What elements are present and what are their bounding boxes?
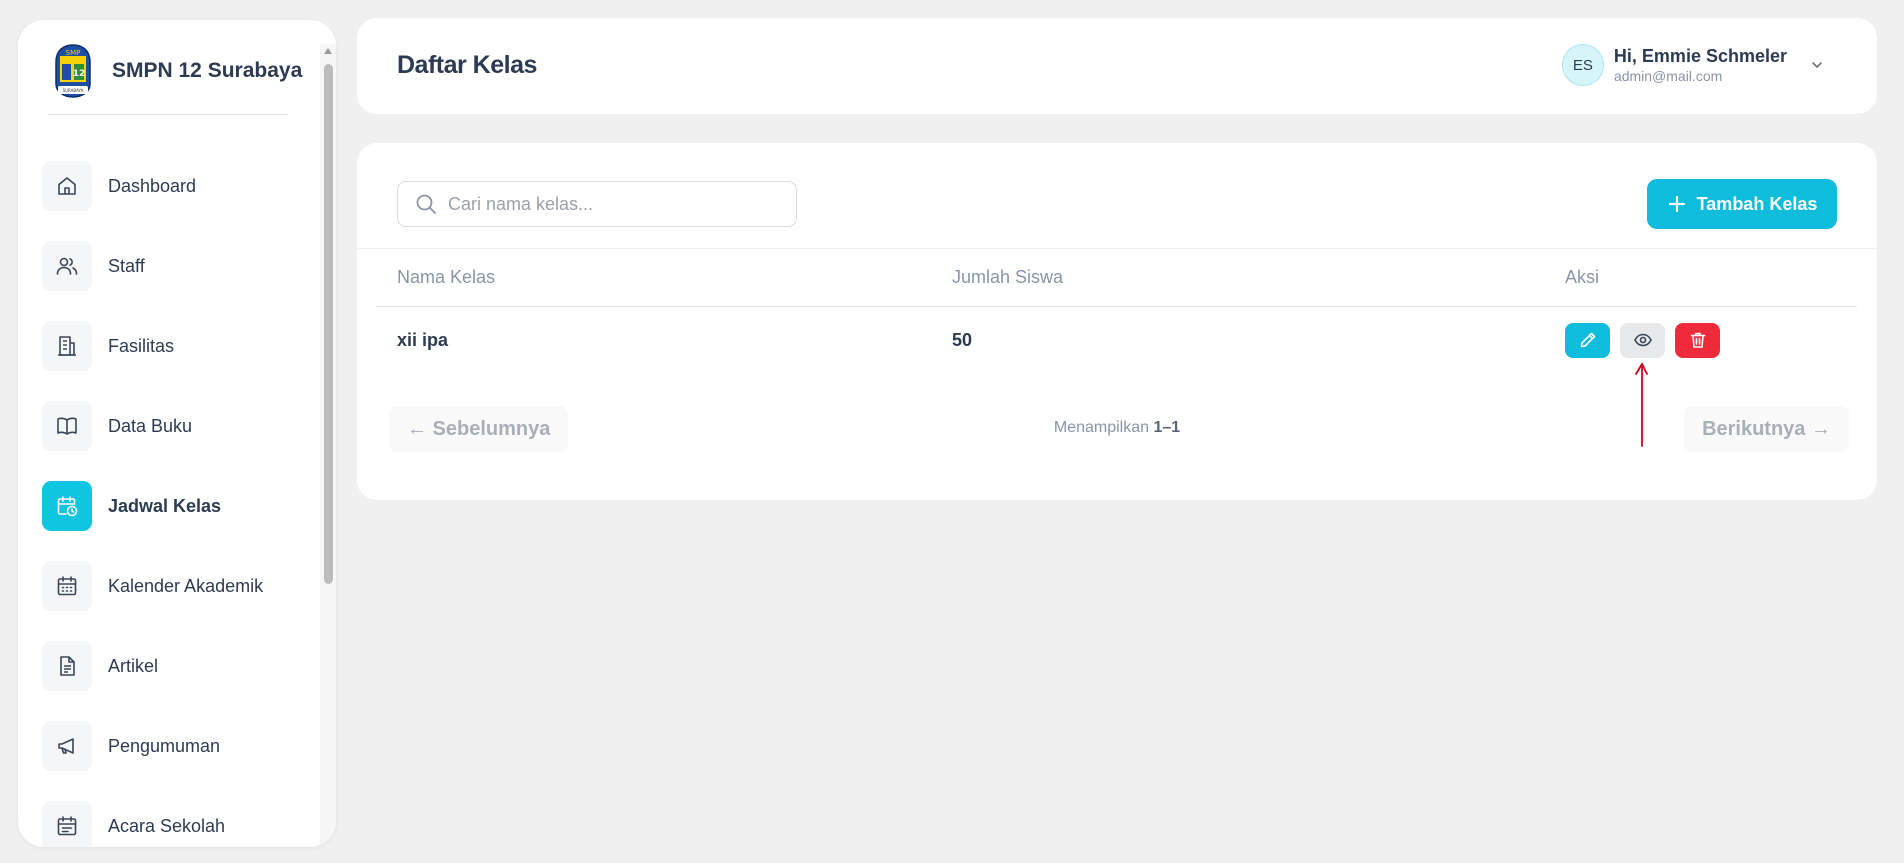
sidebar-item-kalender-akademik[interactable]: Kalender Akademik [42,546,312,626]
column-header-jumlah-siswa: Jumlah Siswa [952,267,1064,287]
column-header-aksi: Aksi [1565,267,1600,287]
row-actions [1565,322,1720,358]
megaphone-icon [42,721,92,771]
calendar-icon [42,561,92,611]
edit-button[interactable] [1565,322,1610,358]
sidebar-item-pengumuman[interactable]: Pengumuman [42,706,312,786]
page-title: Daftar Kelas [397,51,537,79]
calendar-clock-icon [42,481,92,531]
sidebar-nav: Dashboard Staff Fasilitas Data Buku Jadw… [42,146,312,847]
users-icon [42,241,92,291]
book-icon [42,401,92,451]
add-class-button[interactable]: Tambah Kelas [1647,179,1837,229]
column-header-nama-kelas: Nama Kelas [397,267,496,287]
sidebar-item-label: Jadwal Kelas [108,495,222,516]
scroll-up-arrow-icon[interactable] [324,48,332,54]
brand-name: SMPN 12 Surabaya [112,59,303,82]
home-icon [42,161,92,211]
sidebar-item-fasilitas[interactable]: Fasilitas [42,306,312,386]
sidebar: SMP 12 SURABAYA SMPN 12 Surabaya Dashboa… [18,20,336,847]
divider [48,114,288,115]
pagination-range: 1–1 [1153,419,1181,436]
sidebar-item-label: Acara Sekolah [108,815,226,836]
user-menu[interactable]: ES Hi, Emmie Schmeler admin@mail.com [1561,44,1825,86]
plus-icon [1668,195,1685,213]
cell-jumlah-siswa: 50 [952,329,973,350]
user-info: Hi, Emmie Schmeler admin@mail.com [1614,46,1787,84]
sidebar-item-label: Kalender Akademik [108,575,264,596]
sidebar-item-staff[interactable]: Staff [42,226,312,306]
search-icon [416,194,436,214]
sidebar-item-artikel[interactable]: Artikel [42,626,312,706]
eye-icon [1633,333,1652,347]
logo-text: SMP [66,49,81,57]
sidebar-item-label: Fasilitas [108,335,175,356]
document-icon [42,641,92,691]
next-page-button[interactable]: Berikutnya → [1684,406,1849,452]
view-button[interactable] [1620,322,1665,358]
class-table: Nama Kelas Jumlah Siswa Aksi xii ipa 50 [377,249,1857,373]
school-logo: SMP 12 SURABAYA [55,44,91,98]
search-box [397,181,797,227]
trash-icon [1690,332,1705,348]
sidebar-item-label: Data Buku [108,415,193,436]
table-header: Nama Kelas Jumlah Siswa Aksi [377,249,1857,307]
sidebar-item-label: Artikel [108,655,159,676]
brand[interactable]: SMP 12 SURABAYA SMPN 12 Surabaya [54,44,302,98]
scroll-thumb[interactable] [324,64,333,584]
user-email: admin@mail.com [1613,68,1723,84]
pagination-info: Menampilkan 1–1 [357,419,1877,437]
sidebar-item-label: Staff [108,255,145,276]
sidebar-item-dashboard[interactable]: Dashboard [42,146,312,226]
sidebar-item-acara-sekolah[interactable]: Acara Sekolah [42,786,312,847]
sidebar-item-label: Dashboard [108,175,197,196]
sidebar-item-label: Pengumuman [108,735,221,756]
sidebar-scrollbar[interactable] [320,44,336,847]
pagination-info-prefix: Menampilkan [1053,419,1149,436]
add-class-label: Tambah Kelas [1696,193,1818,214]
pagination: ← Sebelumnya Menampilkan 1–1 Berikutnya … [357,403,1877,453]
user-greeting: Hi, Emmie Schmeler [1613,46,1787,66]
logo-number: 12 [73,69,86,79]
building-icon [42,321,92,371]
logo-caption: SURABAYA [63,88,84,93]
cell-nama-kelas: xii ipa [397,329,449,350]
calendar-list-icon [42,801,92,847]
class-list-card: Tambah Kelas Nama Kelas Jumlah Siswa Aks… [357,143,1877,500]
table-row: xii ipa 50 [377,307,1857,373]
sidebar-item-jadwal-kelas[interactable]: Jadwal Kelas [42,466,312,546]
search-input[interactable] [448,193,796,215]
delete-button[interactable] [1675,322,1720,358]
pencil-icon [1580,332,1595,348]
avatar: ES [1561,44,1604,86]
header: Daftar Kelas ES Hi, Emmie Schmeler admin… [357,18,1877,114]
sidebar-item-data-buku[interactable]: Data Buku [42,386,312,466]
chevron-down-icon [1812,62,1822,69]
